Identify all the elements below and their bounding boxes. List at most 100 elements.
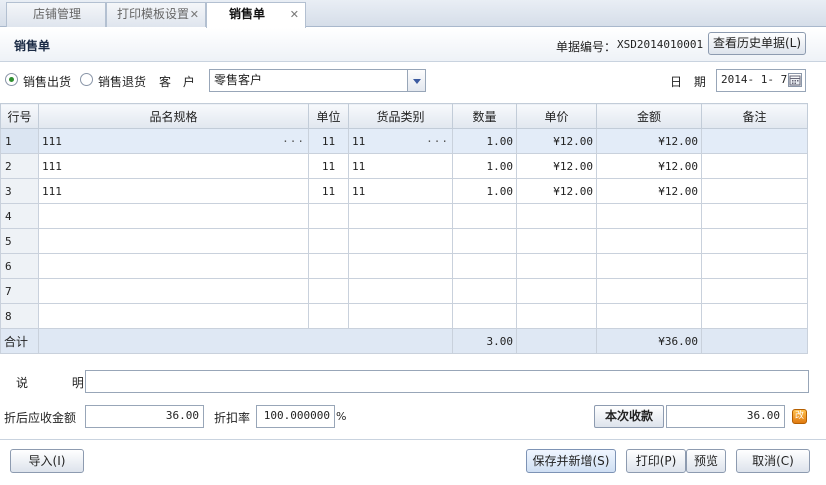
customer-value: 零售客户 [214,73,263,87]
cell-qty[interactable]: 1.00 [452,153,517,179]
preview-button[interactable]: 预览 [686,449,726,473]
col-header-unit[interactable]: 单位 [308,103,349,129]
cell-price[interactable] [516,203,597,229]
cell-name[interactable]: 111 [38,153,309,179]
table-row[interactable]: 2 111 11 11 1.00 ¥12.00 ¥12.00 [0,153,808,179]
more-icon[interactable]: ··· [426,135,449,148]
cell-qty[interactable]: 1.00 [452,128,517,154]
cell-name[interactable]: 111 [38,178,309,204]
cell-price[interactable]: ¥12.00 [516,178,597,204]
print-button[interactable]: 打印(P) [626,449,686,473]
remark-input[interactable] [85,370,809,393]
cell-unit[interactable]: 11 [308,178,349,204]
cell-unit[interactable] [308,303,349,329]
col-header-qty[interactable]: 数量 [452,103,517,129]
table-row[interactable]: 1 111 ··· 11 11 ··· 1.00 ¥12.00 ¥12.00 [0,128,808,154]
cell-amount[interactable] [596,228,702,254]
cell-amount[interactable]: ¥12.00 [596,178,702,204]
cell-unit[interactable]: 11 [308,128,349,154]
cancel-button[interactable]: 取消(C) [736,449,810,473]
close-icon[interactable]: ✕ [190,3,199,26]
more-icon[interactable]: ··· [282,135,305,148]
cell-name[interactable] [38,303,309,329]
calendar-icon[interactable] [788,73,802,87]
cell-category[interactable] [348,228,453,254]
cell-name[interactable] [38,278,309,304]
cell-name[interactable] [38,203,309,229]
cell-price[interactable] [516,253,597,279]
cell-note[interactable] [701,303,808,329]
cell-amount[interactable] [596,253,702,279]
cell-note[interactable] [701,153,808,179]
cell-qty[interactable] [452,278,517,304]
cell-name[interactable] [38,228,309,254]
table-row[interactable]: 8 [0,303,808,329]
cell-note[interactable] [701,128,808,154]
table-row[interactable]: 7 [0,278,808,304]
tab-print-template[interactable]: 打印模板设置 ✕ [106,2,206,27]
col-header-category[interactable]: 货品类别 [348,103,453,129]
row-number: 3 [0,178,39,204]
cell-note[interactable] [701,228,808,254]
tab-sales-order[interactable]: 销售单 ✕ [206,2,306,28]
col-header-row-no[interactable]: 行号 [0,103,39,129]
table-row[interactable]: 6 [0,253,808,279]
cell-qty[interactable] [452,203,517,229]
table-row[interactable]: 5 [0,228,808,254]
cell-qty[interactable] [452,253,517,279]
cell-amount[interactable]: ¥12.00 [596,153,702,179]
cell-category[interactable] [348,253,453,279]
col-header-amount[interactable]: 金额 [596,103,702,129]
col-header-name[interactable]: 品名规格 [38,103,309,129]
radio-sales-out-label[interactable]: 销售出货 [23,73,71,90]
cell-price[interactable] [516,303,597,329]
cell-unit[interactable] [308,278,349,304]
cell-category[interactable]: 11 ··· [348,128,453,154]
cell-qty[interactable] [452,228,517,254]
cell-note[interactable] [701,203,808,229]
save-and-new-button[interactable]: 保存并新增(S) [526,449,616,473]
table-row[interactable]: 4 [0,203,808,229]
customer-select[interactable]: 零售客户 [209,69,426,92]
cell-price[interactable] [516,278,597,304]
tab-store-management[interactable]: 店铺管理 [6,2,106,27]
table-row[interactable]: 3 111 11 11 1.00 ¥12.00 ¥12.00 [0,178,808,204]
date-field[interactable]: 2014- 1- 7 [716,69,806,92]
cell-category[interactable] [348,303,453,329]
view-history-button[interactable]: 查看历史单据(L) [708,32,806,55]
cell-note[interactable] [701,253,808,279]
cell-unit[interactable]: 11 [308,153,349,179]
discounted-amount-input[interactable]: 36.00 [85,405,204,428]
cell-price[interactable]: ¥12.00 [516,153,597,179]
col-header-price[interactable]: 单价 [516,103,597,129]
cell-amount[interactable]: ¥12.00 [596,128,702,154]
cell-unit[interactable] [308,228,349,254]
cell-amount[interactable] [596,203,702,229]
cell-price[interactable] [516,228,597,254]
cell-note[interactable] [701,178,808,204]
cell-unit[interactable] [308,253,349,279]
radio-sales-return[interactable] [80,73,93,86]
cell-qty[interactable]: 1.00 [452,178,517,204]
cell-unit[interactable] [308,203,349,229]
received-amount-input[interactable]: 36.00 [666,405,785,428]
cell-category[interactable] [348,203,453,229]
discount-rate-input[interactable]: 100.000000 [256,405,335,428]
cell-category[interactable]: 11 [348,178,453,204]
cell-name[interactable]: 111 ··· [38,128,309,154]
cell-qty[interactable] [452,303,517,329]
cell-amount[interactable] [596,278,702,304]
chevron-down-icon[interactable] [407,70,425,91]
col-header-note[interactable]: 备注 [701,103,808,129]
cell-price[interactable]: ¥12.00 [516,128,597,154]
import-button[interactable]: 导入(I) [10,449,84,473]
edit-icon[interactable]: 改 [792,409,807,424]
close-icon[interactable]: ✕ [290,3,299,26]
cell-note[interactable] [701,278,808,304]
cell-amount[interactable] [596,303,702,329]
radio-sales-out[interactable] [5,73,18,86]
cell-category[interactable]: 11 [348,153,453,179]
cell-category[interactable] [348,278,453,304]
radio-sales-return-label[interactable]: 销售退货 [98,73,146,90]
cell-name[interactable] [38,253,309,279]
